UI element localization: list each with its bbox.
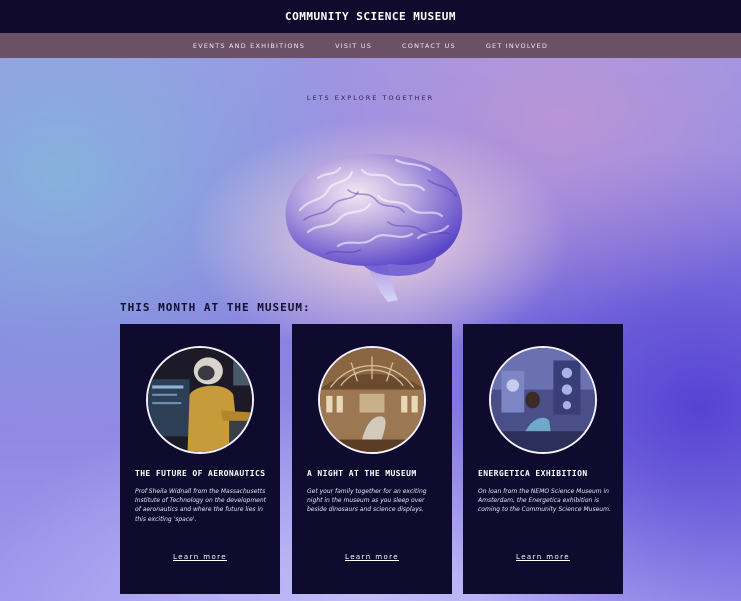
exhibition-photo	[489, 346, 597, 454]
hero-tagline: LETS EXPLORE TOGETHER	[306, 94, 435, 102]
learn-more-link[interactable]: Learn more	[463, 553, 623, 561]
museum-hall-photo	[318, 346, 426, 454]
nav-item-get-involved[interactable]: GET INVOLVED	[486, 42, 548, 50]
top-header: COMMUNITY SCIENCE MUSEUM	[0, 0, 741, 33]
site-title[interactable]: COMMUNITY SCIENCE MUSEUM	[285, 10, 456, 23]
learn-more-link[interactable]: Learn more	[292, 553, 452, 561]
events-heading: THIS MONTH AT THE MUSEUM:	[120, 301, 311, 314]
learn-more-link[interactable]: Learn more	[120, 553, 280, 561]
main-nav: EVENTS AND EXHIBITIONS VISIT US CONTACT …	[0, 33, 741, 58]
astronaut-photo	[146, 346, 254, 454]
hero-section: LETS EXPLORE TOGETHER THIS MONTH AT THE …	[0, 58, 741, 601]
event-card-energetica: ENERGETICA EXHIBITION On loan from the N…	[463, 324, 623, 594]
nav-item-visit[interactable]: VISIT US	[335, 42, 372, 50]
nav-item-events[interactable]: EVENTS AND EXHIBITIONS	[193, 42, 305, 50]
brain-illustration	[285, 154, 463, 302]
card-description: On loan from the NEMO Science Museum in …	[478, 488, 611, 514]
card-title: THE FUTURE OF AERONAUTICS	[135, 469, 266, 478]
nav-item-contact[interactable]: CONTACT US	[402, 42, 456, 50]
card-description: Get your family together for an exciting…	[307, 488, 427, 514]
card-title: A NIGHT AT THE MUSEUM	[307, 469, 417, 478]
event-card-night-museum: A NIGHT AT THE MUSEUM Get your family to…	[292, 324, 452, 594]
card-title: ENERGETICA EXHIBITION	[478, 469, 588, 478]
card-description: Prof Sheila Widnall from the Massachuset…	[135, 488, 267, 523]
event-card-aeronautics: THE FUTURE OF AERONAUTICS Prof Sheila Wi…	[120, 324, 280, 594]
